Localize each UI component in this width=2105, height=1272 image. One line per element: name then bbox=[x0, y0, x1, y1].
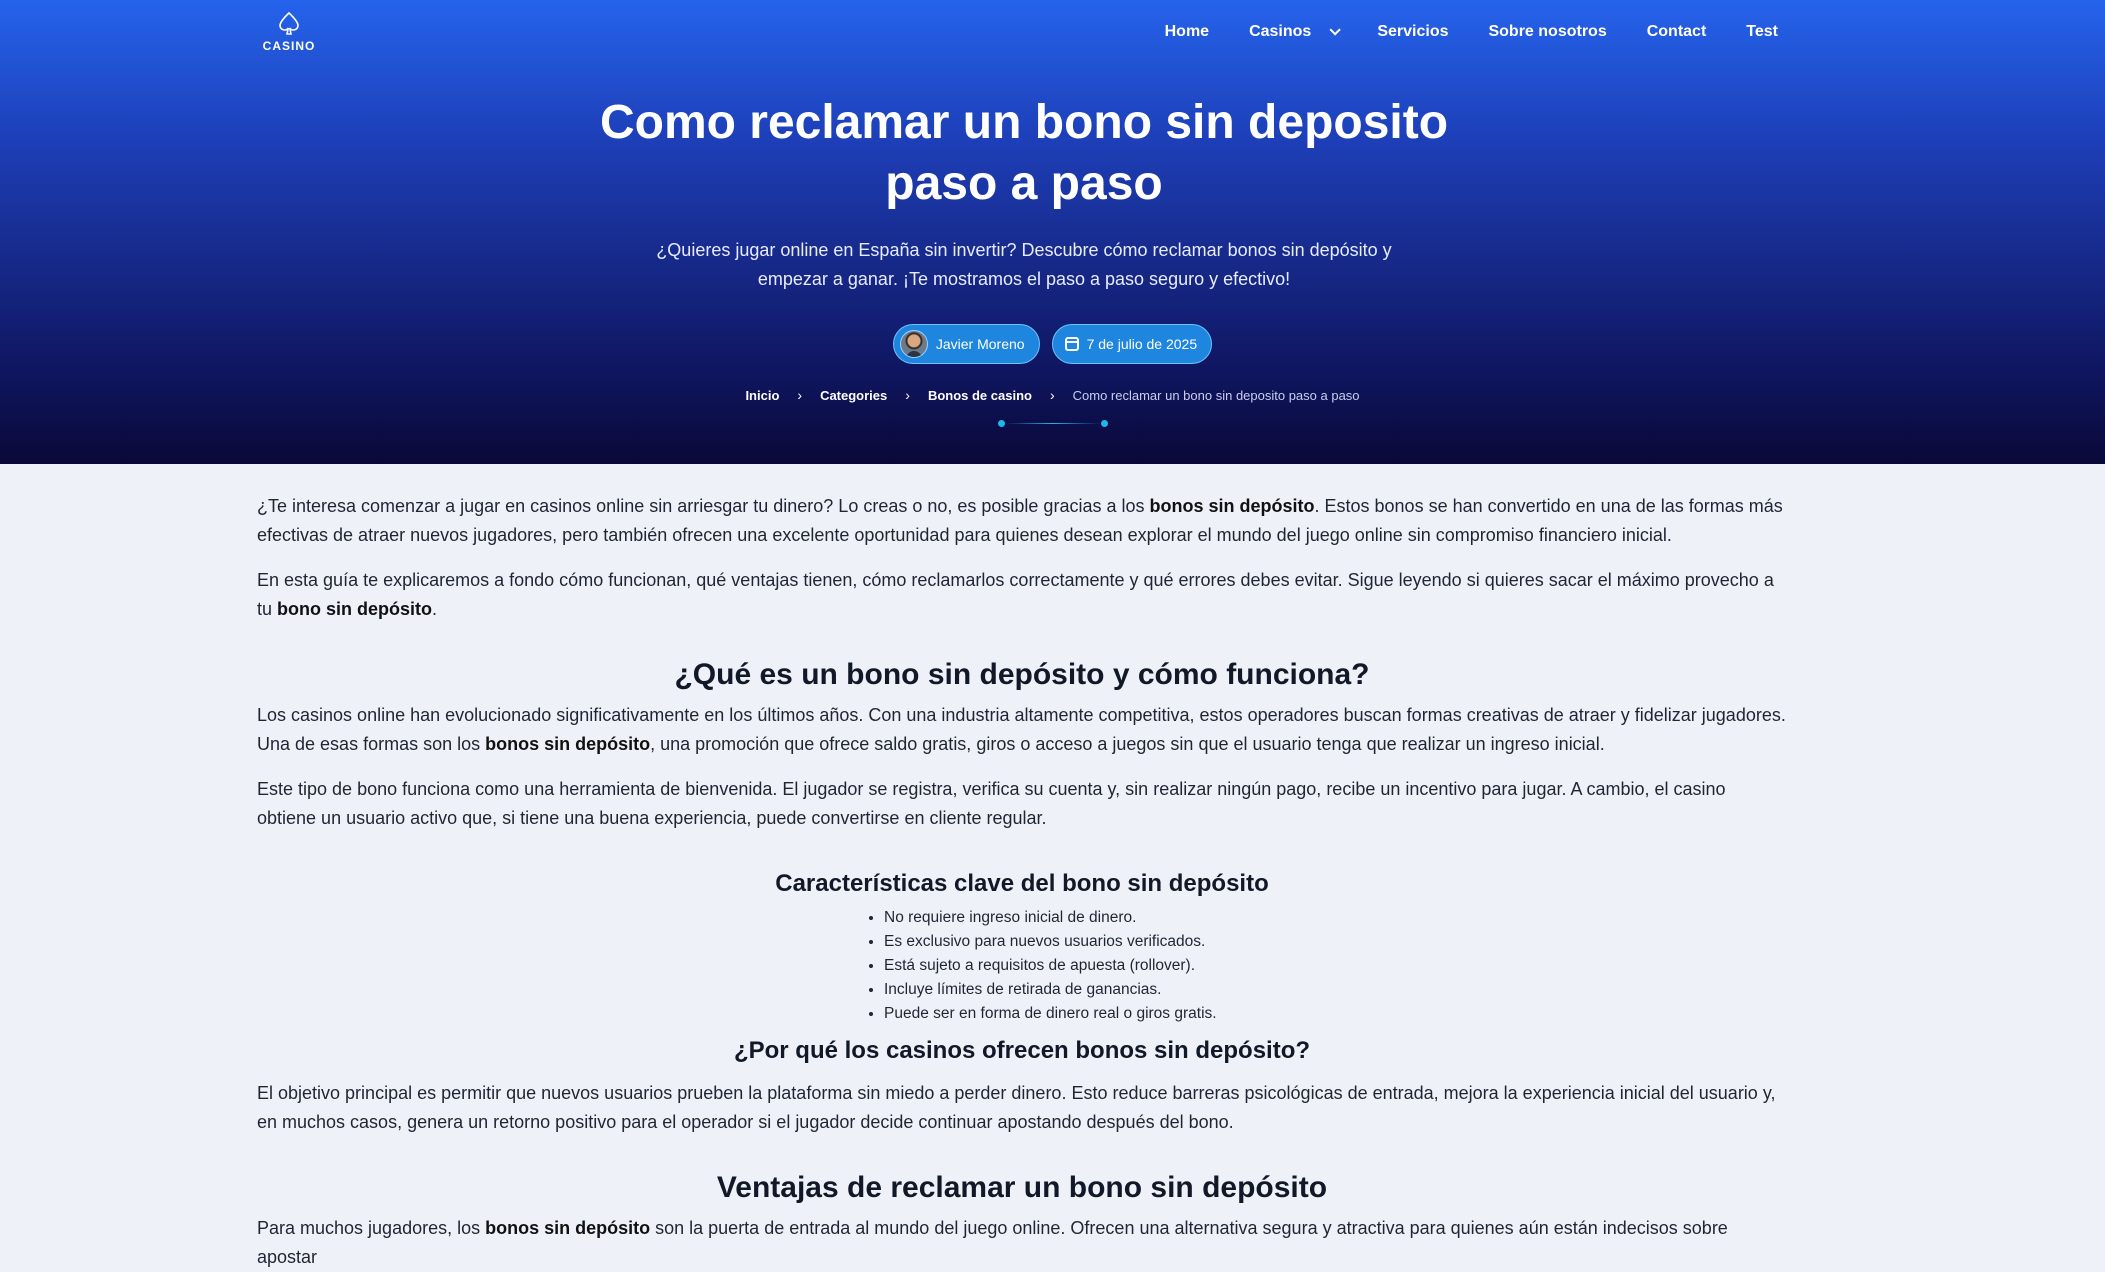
author-name: Javier Moreno bbox=[935, 336, 1025, 352]
nav-home[interactable]: Home bbox=[1165, 23, 1209, 41]
subheading-caracteristicas: Características clave del bono sin depós… bbox=[775, 870, 1269, 897]
breadcrumb-inicio[interactable]: Inicio bbox=[745, 388, 779, 403]
chevron-right-icon: › bbox=[797, 387, 803, 403]
hero-divider bbox=[0, 420, 2105, 427]
section-heading-ventajas: Ventajas de reclamar un bono sin depósit… bbox=[716, 1171, 1328, 1204]
casino-logo[interactable]: CASINO bbox=[262, 10, 316, 58]
author-chip[interactable]: Javier Moreno bbox=[892, 324, 1040, 364]
divider-line bbox=[1004, 423, 1101, 424]
author-avatar bbox=[899, 330, 928, 358]
date-chip: 7 de julio de 2025 bbox=[1051, 324, 1213, 364]
hero-section: CASINO Home Casinos Servicios Sobre noso… bbox=[0, 0, 2105, 464]
intro-paragraph-1: ¿Te interesa comenzar a jugar en casinos… bbox=[257, 496, 1783, 545]
nav-servicios[interactable]: Servicios bbox=[1377, 23, 1448, 41]
breadcrumb-categories[interactable]: Categories bbox=[820, 388, 887, 403]
nav-contact[interactable]: Contact bbox=[1647, 23, 1707, 41]
paragraph-funciona: Este tipo de bono funciona como una herr… bbox=[257, 779, 1726, 828]
page-subtitle: ¿Quieres jugar online en España sin inve… bbox=[656, 240, 1392, 289]
breadcrumb-bonos[interactable]: Bonos de casino bbox=[928, 388, 1032, 403]
intro-paragraph-2: En esta guía te explicaremos a fondo cóm… bbox=[257, 570, 1774, 619]
paragraph-ventajas: Para muchos jugadores, los bonos sin dep… bbox=[257, 1218, 1728, 1267]
list-item: Puede ser en forma de dinero real o giro… bbox=[884, 1002, 1787, 1026]
chevron-down-icon bbox=[1329, 24, 1342, 36]
features-list: No requiere ingreso inicial de dinero. E… bbox=[866, 906, 1787, 1026]
paragraph-objetivo: El objetivo principal es permitir que nu… bbox=[257, 1083, 1776, 1132]
calendar-icon bbox=[1064, 337, 1079, 351]
list-item: Está sujeto a requisitos de apuesta (rol… bbox=[884, 954, 1787, 978]
nav-casinos-label: Casinos bbox=[1249, 23, 1312, 40]
list-item: Es exclusivo para nuevos usuarios verifi… bbox=[884, 930, 1787, 954]
logo-text: CASINO bbox=[262, 39, 316, 53]
paragraph-evolucion: Los casinos online han evolucionado sign… bbox=[257, 705, 1786, 754]
top-navbar: CASINO Home Casinos Servicios Sobre noso… bbox=[0, 0, 2105, 68]
divider-dot-left bbox=[997, 420, 1005, 427]
article-content: ¿Te interesa comenzar a jugar en casinos… bbox=[257, 464, 1787, 1272]
nav-casinos-dropdown[interactable]: Casinos bbox=[1249, 23, 1342, 41]
spade-icon bbox=[279, 11, 299, 35]
breadcrumb-current: Como reclamar un bono sin deposito paso … bbox=[1072, 387, 1360, 403]
breadcrumb: Inicio › Categories › Bonos de casino › … bbox=[0, 387, 2105, 403]
nav-test[interactable]: Test bbox=[1746, 23, 1778, 41]
publish-date: 7 de julio de 2025 bbox=[1086, 336, 1198, 352]
list-item: No requiere ingreso inicial de dinero. bbox=[884, 906, 1787, 930]
list-item: Incluye límites de retirada de ganancias… bbox=[884, 978, 1787, 1002]
meta-chips: Javier Moreno 7 de julio de 2025 bbox=[0, 324, 2105, 364]
page-title: Como reclamar un bono sin deposito paso … bbox=[599, 96, 1449, 210]
divider-dot-right bbox=[1100, 420, 1108, 427]
subheading-por-que: ¿Por qué los casinos ofrecen bonos sin d… bbox=[733, 1037, 1311, 1064]
main-nav: Home Casinos Servicios Sobre nosotros Co… bbox=[1165, 23, 1778, 41]
chevron-right-icon: › bbox=[1049, 387, 1055, 403]
nav-sobre-nosotros[interactable]: Sobre nosotros bbox=[1488, 23, 1606, 41]
chevron-right-icon: › bbox=[905, 387, 910, 403]
section-heading-que-es: ¿Qué es un bono sin depósito y cómo func… bbox=[674, 658, 1370, 691]
